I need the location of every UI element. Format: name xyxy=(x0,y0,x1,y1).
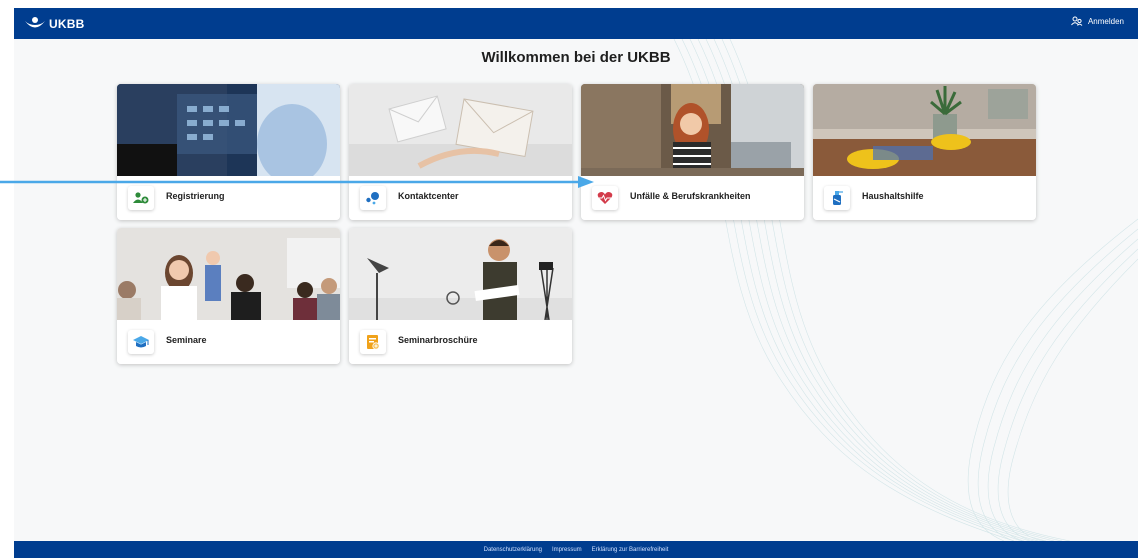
footer-link-impressum[interactable]: Impressum xyxy=(552,547,582,553)
user-group-icon xyxy=(1071,16,1083,26)
app-window: UKBB Anmelden Willkommen bei der UKBB Re… xyxy=(14,8,1138,558)
seminarbroschuere-photo xyxy=(349,228,572,320)
kontaktcenter-photo xyxy=(349,84,572,176)
tile-seminarbroschuere[interactable]: Seminarbroschüre xyxy=(349,228,572,364)
tile-kontaktcenter[interactable]: Kontaktcenter xyxy=(349,84,572,220)
ukbb-logo-icon xyxy=(25,17,45,28)
tile-registrierung[interactable]: Registrierung xyxy=(117,84,340,220)
tile-seminare[interactable]: Seminare xyxy=(117,228,340,364)
tile-label: Seminarbroschüre xyxy=(398,335,478,345)
tile-label-row: Seminarbroschüre xyxy=(349,320,572,364)
registrierung-photo xyxy=(117,84,340,176)
page-title: Willkommen bei der UKBB xyxy=(481,49,671,66)
top-navigation-bar: UKBB Anmelden xyxy=(14,8,1138,39)
tile-haushaltshilfe[interactable]: Haushaltshilfe xyxy=(813,84,1036,220)
tile-label: Kontaktcenter xyxy=(398,191,459,201)
brochure-icon xyxy=(360,330,386,354)
footer-link-datenschutz[interactable]: Datenschutzerklärung xyxy=(484,547,542,553)
tile-label: Registrierung xyxy=(166,191,225,201)
login-button[interactable]: Anmelden xyxy=(1071,16,1124,26)
tile-label-row: Unfälle & Berufskrankheiten xyxy=(581,176,804,220)
footer-link-barrierefreiheit[interactable]: Erklärung zur Barrierefreiheit xyxy=(592,547,669,553)
graduation-cap-icon xyxy=(128,330,154,354)
tile-label: Seminare xyxy=(166,335,207,345)
tile-unfaelle-berufskrankheiten[interactable]: Unfälle & Berufskrankheiten xyxy=(581,84,804,220)
logo-text: UKBB xyxy=(49,17,85,31)
footer: Datenschutzerklärung Impressum Erklärung… xyxy=(14,541,1138,558)
annotation-arrow-icon xyxy=(0,176,594,188)
unfaelle-photo xyxy=(581,84,804,176)
tile-label: Haushaltshilfe xyxy=(862,191,924,201)
login-label: Anmelden xyxy=(1087,16,1124,26)
ukbb-logo[interactable]: UKBB xyxy=(24,13,84,35)
tile-label-row: Seminare xyxy=(117,320,340,364)
haushaltshilfe-photo xyxy=(813,84,1036,176)
cleaning-spray-icon xyxy=(824,186,850,210)
tile-label-row: Haushaltshilfe xyxy=(813,176,1036,220)
tile-label: Unfälle & Berufskrankheiten xyxy=(630,191,751,201)
seminare-photo xyxy=(117,228,340,320)
